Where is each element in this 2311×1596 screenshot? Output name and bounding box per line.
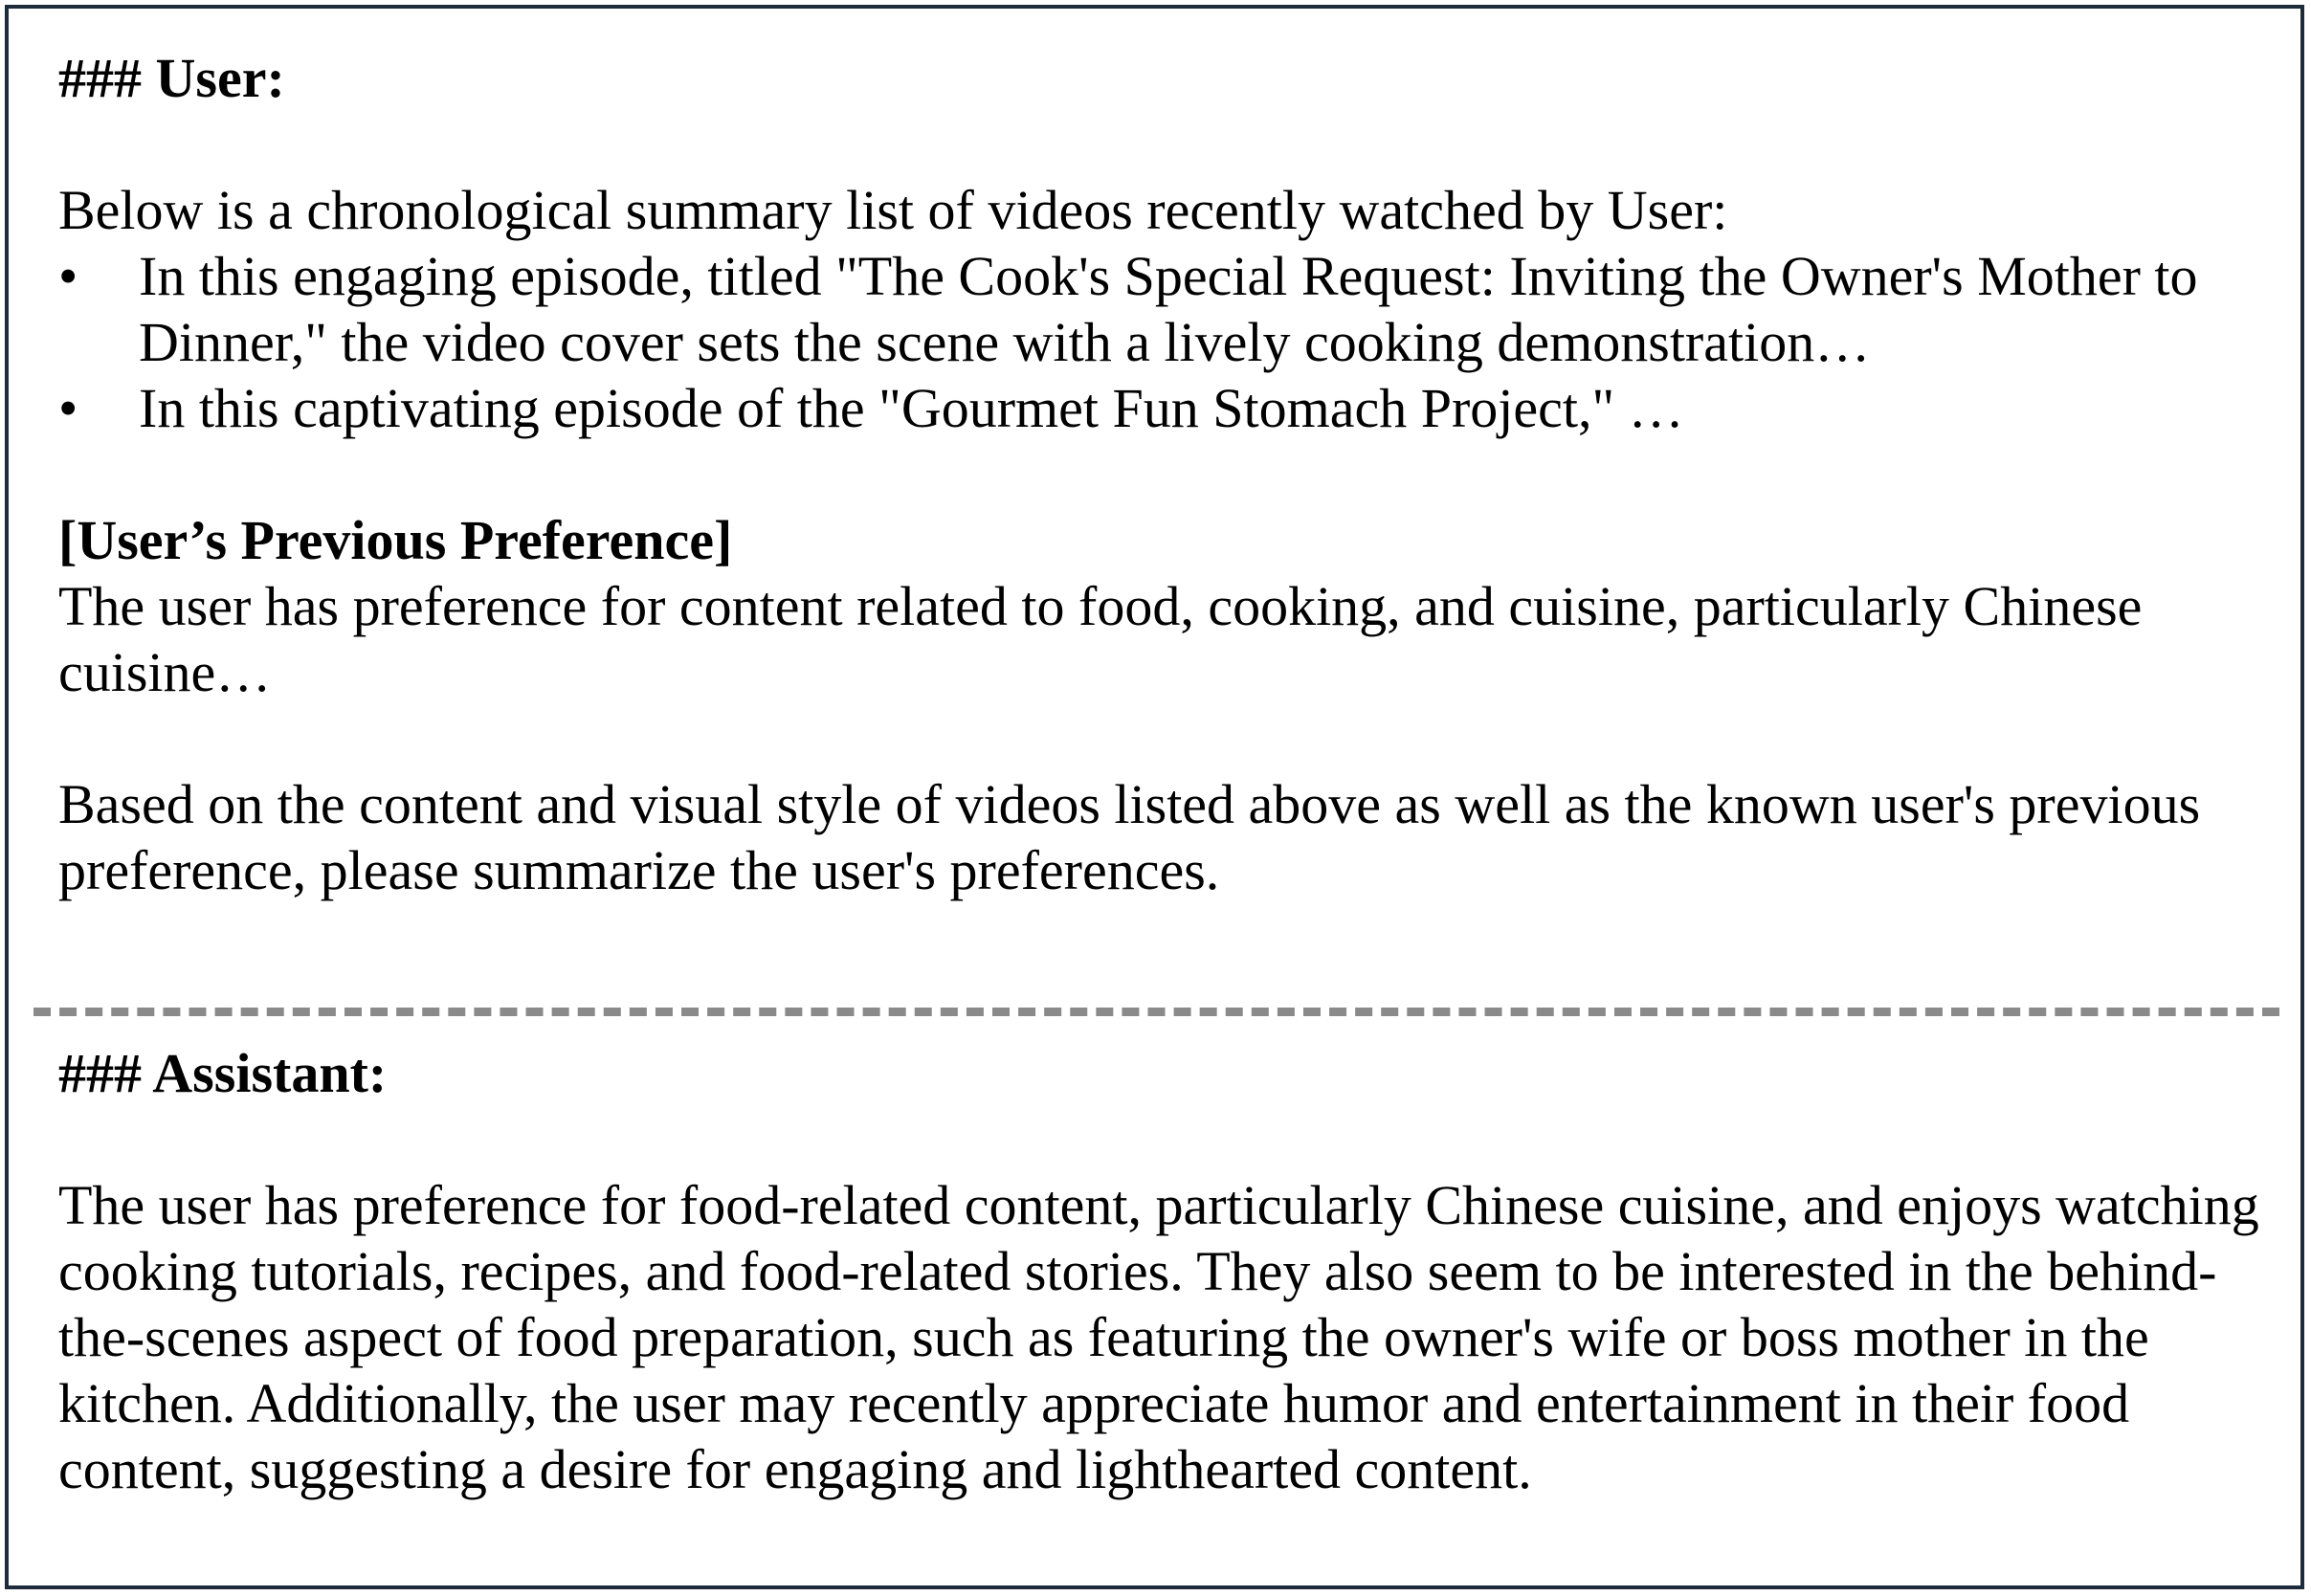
prompt-frame: ### User: Below is a chronological summa… (5, 5, 2304, 1589)
user-section: ### User: Below is a chronological summa… (58, 45, 2262, 903)
previous-preference-heading: [User’s Previous Preference] (58, 509, 733, 571)
section-divider (33, 1008, 2279, 1016)
list-item: • In this captivating episode of the "Go… (58, 375, 2262, 441)
assistant-section: ### Assistant: The user has preference f… (58, 1040, 2262, 1502)
user-intro: Below is a chronological summary list of… (58, 179, 1728, 241)
previous-preference-text: The user has preference for content rela… (58, 575, 2143, 703)
bullet-icon: • (58, 245, 78, 307)
bullet-icon: • (58, 377, 78, 439)
video-summary-text: In this engaging episode, titled "The Co… (139, 245, 2198, 373)
assistant-heading: ### Assistant: (58, 1042, 388, 1104)
assistant-response: The user has preference for food-related… (58, 1174, 2259, 1500)
video-summary-text: In this captivating episode of the "Gour… (139, 377, 1684, 439)
list-item: • In this engaging episode, titled "The … (58, 243, 2262, 375)
instruction-text: Based on the content and visual style of… (58, 773, 2201, 901)
video-summary-list: • In this engaging episode, titled "The … (58, 243, 2262, 441)
user-heading: ### User: (58, 47, 285, 109)
